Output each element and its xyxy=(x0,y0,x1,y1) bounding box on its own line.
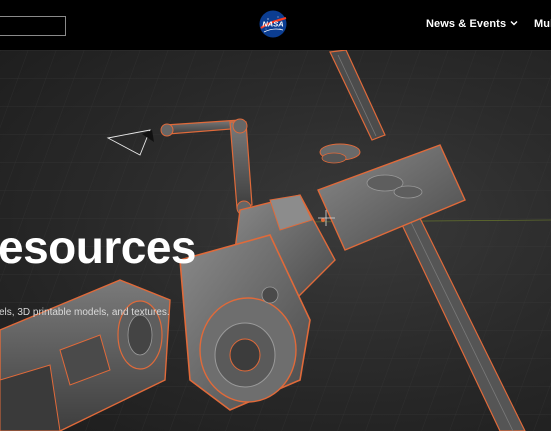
search-input[interactable] xyxy=(0,16,66,36)
chevron-down-icon xyxy=(510,21,518,26)
page: NASA News & Events Mul xyxy=(0,0,551,431)
nav-news-events[interactable]: News & Events xyxy=(426,18,518,30)
nasa-logo[interactable]: NASA xyxy=(258,9,288,39)
hero-title: esources xyxy=(0,221,197,273)
nav-news-events-label: News & Events xyxy=(426,18,507,30)
nav-multimedia[interactable]: Mul xyxy=(534,18,551,30)
top-navigation-bar: NASA News & Events Mul xyxy=(0,0,551,50)
nav-multimedia-label: Mul xyxy=(534,18,551,30)
hero-section: esources els, 3D printable models, and t… xyxy=(0,50,551,431)
hero-subtitle: els, 3D printable models, and textures. xyxy=(0,307,170,318)
svg-text:NASA: NASA xyxy=(262,20,283,29)
